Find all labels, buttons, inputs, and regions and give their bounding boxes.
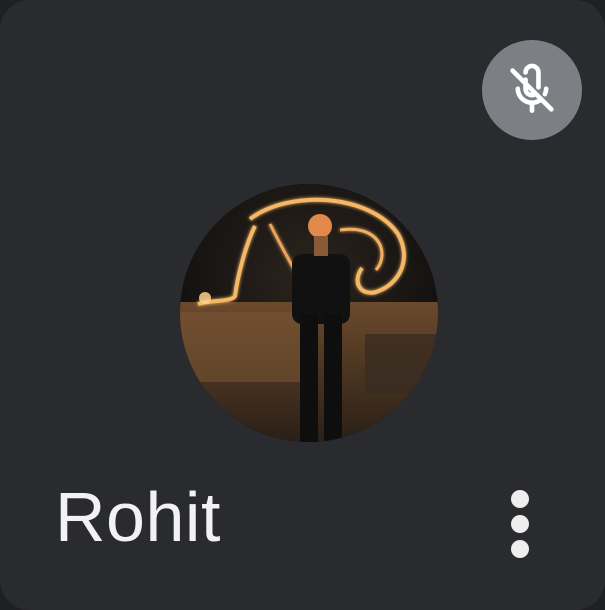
avatar-photo bbox=[180, 184, 438, 442]
more-options-button[interactable] bbox=[496, 484, 544, 564]
mic-off-icon bbox=[510, 63, 554, 113]
mute-indicator bbox=[482, 40, 582, 140]
participant-tile[interactable]: Rohit bbox=[0, 0, 605, 610]
more-vert-icon-dot bbox=[511, 515, 529, 533]
avatar bbox=[180, 184, 438, 442]
more-vert-icon-dot bbox=[511, 540, 529, 558]
participant-name: Rohit bbox=[55, 478, 221, 556]
more-vert-icon-dot bbox=[511, 490, 529, 508]
